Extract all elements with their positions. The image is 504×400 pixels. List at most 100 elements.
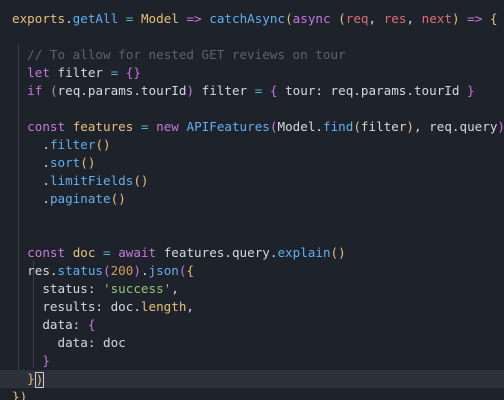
- code-line[interactable]: res.status(200).json({: [0, 262, 194, 280]
- code-token: limitFields: [49, 173, 134, 188]
- code-token: ,: [406, 11, 422, 26]
- code-token: features: [72, 119, 134, 134]
- code-line[interactable]: data: doc: [0, 334, 126, 352]
- code-line[interactable]: }): [0, 388, 27, 400]
- code-token: res: [383, 11, 407, 26]
- code-line[interactable]: const doc = await features.query.explain…: [0, 244, 346, 262]
- code-token: await: [118, 245, 157, 260]
- code-token: new: [156, 119, 179, 134]
- code-token: data:: [12, 317, 88, 332]
- code-line[interactable]: let filter = {}: [0, 64, 141, 82]
- code-token: filter: [49, 65, 111, 80]
- code-token: next: [421, 11, 452, 26]
- code-token: ,: [186, 299, 194, 314]
- code-editor[interactable]: exports.getAll = Model => catchAsync(asy…: [0, 0, 504, 400]
- code-token: {}: [125, 65, 141, 80]
- code-line[interactable]: [0, 28, 12, 46]
- code-token: ,: [171, 281, 179, 296]
- code-token: Model: [140, 11, 179, 26]
- code-line[interactable]: [0, 226, 12, 244]
- code-line[interactable]: .filter(): [0, 136, 111, 154]
- code-line[interactable]: const features = new APIFeatures(Model.f…: [0, 118, 504, 136]
- code-token: {: [186, 263, 195, 278]
- code-token: ): [406, 119, 415, 134]
- code-token: catchAsync: [209, 11, 286, 26]
- code-token: ): [497, 119, 504, 134]
- code-token: .: [65, 11, 73, 26]
- code-token: .: [42, 137, 50, 152]
- code-token: .: [42, 191, 50, 206]
- code-token: status:: [12, 281, 103, 296]
- code-line[interactable]: exports.getAll = Model => catchAsync(asy…: [0, 10, 498, 28]
- code-token: (: [353, 119, 361, 134]
- code-token: results: doc.: [12, 299, 141, 314]
- code-token: =: [103, 245, 111, 260]
- code-token: (: [49, 83, 58, 98]
- code-line[interactable]: if (req.params.tourId) filter = { tour: …: [0, 82, 475, 100]
- code-token: doc: [72, 245, 96, 260]
- code-token: , req.query: [414, 119, 498, 134]
- code-token: (: [285, 11, 293, 26]
- code-line[interactable]: .sort(): [0, 154, 95, 172]
- code-token: exports: [12, 11, 66, 26]
- code-line[interactable]: data: {: [0, 316, 95, 334]
- code-token: 200: [110, 263, 134, 278]
- code-line[interactable]: // To allow for nested GET reviews on to…: [0, 46, 345, 64]
- code-token: }: [467, 83, 475, 98]
- code-line[interactable]: [0, 208, 12, 226]
- code-token: status: [57, 263, 104, 278]
- code-token: req.params.tourId: [57, 83, 187, 98]
- code-token: {: [87, 317, 96, 332]
- code-token: (): [80, 155, 96, 170]
- code-token: .: [42, 155, 50, 170]
- code-token: =>: [467, 11, 483, 26]
- code-token: explain: [277, 245, 331, 260]
- text-cursor: ): [34, 371, 45, 388]
- code-token: filter: [49, 137, 96, 152]
- code-line[interactable]: }): [0, 370, 504, 388]
- code-line[interactable]: [0, 100, 12, 118]
- code-token: json: [148, 263, 179, 278]
- code-token: APIFeatures: [186, 119, 270, 134]
- code-token: {: [489, 11, 498, 26]
- code-token: async: [292, 11, 331, 26]
- code-token: tour: req.params.tourId: [277, 83, 468, 98]
- code-token: let: [27, 65, 50, 80]
- code-line[interactable]: }: [0, 352, 50, 370]
- code-token: 'success': [103, 281, 172, 296]
- code-line[interactable]: .paginate(): [0, 190, 125, 208]
- code-token: filter: [360, 119, 407, 134]
- code-token: find: [322, 119, 354, 134]
- code-token: (: [103, 263, 111, 278]
- code-line[interactable]: results: doc.length,: [0, 298, 194, 316]
- code-token: data: doc: [12, 335, 126, 350]
- code-token: (: [338, 11, 346, 26]
- code-token: }: [42, 353, 50, 368]
- code-token: if: [27, 83, 43, 98]
- code-token: ): [451, 11, 460, 26]
- code-token: (): [95, 137, 111, 152]
- code-line[interactable]: status: 'success',: [0, 280, 179, 298]
- code-line[interactable]: .limitFields(): [0, 172, 148, 190]
- code-token: req: [345, 11, 369, 26]
- code-token: .: [140, 263, 149, 278]
- code-token: sort: [49, 155, 81, 170]
